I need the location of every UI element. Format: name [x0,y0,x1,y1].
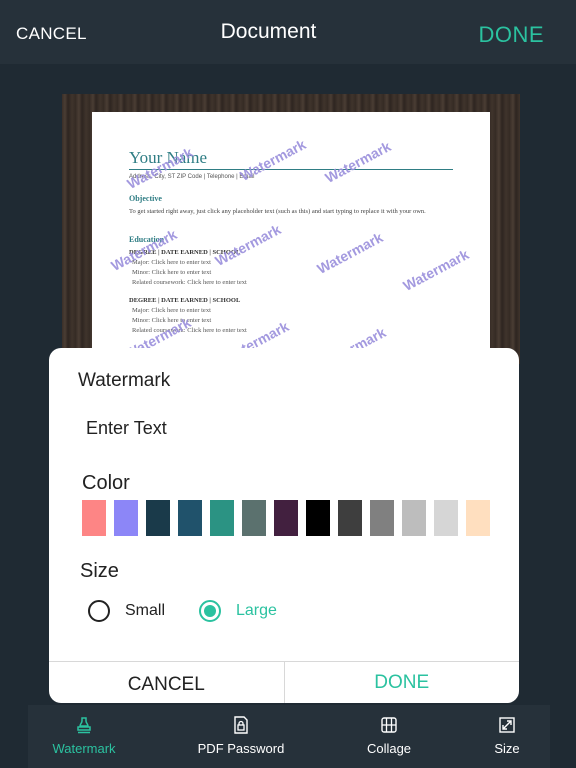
color-swatch[interactable] [402,500,426,536]
dialog-title: Watermark [78,370,171,391]
color-swatch[interactable] [274,500,298,536]
stamp-icon [77,717,91,734]
lock-document-icon [234,716,248,734]
color-swatch[interactable] [434,500,458,536]
page-title: Document [220,20,317,43]
collage-grid-icon [381,717,397,733]
tab-size[interactable]: Size [480,705,534,768]
watermark-text: Watermark [212,221,284,269]
color-swatch[interactable] [370,500,394,536]
doc-list-item: Minor: Click here to enter text [132,269,212,276]
top-bar: CANCEL Document DONE [0,0,576,64]
doc-degree: DEGREE | DATE EARNED | SCHOOL [129,297,241,304]
color-swatch[interactable] [178,500,202,536]
watermark-text: Watermark [322,138,394,186]
radio-unselected-icon[interactable] [88,600,110,622]
watermark-text: Watermark [314,229,386,277]
size-option-label: Large [236,602,277,619]
size-label: Size [80,560,119,582]
radio-selected-icon[interactable] [199,600,221,622]
doc-objective-heading: Objective [129,194,162,203]
tab-watermark[interactable]: Watermark [44,705,124,768]
tab-label: Size [494,741,520,756]
color-swatch[interactable] [210,500,234,536]
tab-pdf-password[interactable]: PDF Password [191,705,291,768]
bottom-tab-bar: Watermark PDF Password Collage Size [28,705,550,768]
watermark-text: Watermark [400,246,472,294]
document-preview: Your Name Address, City, ST ZIP Code | T… [92,112,490,364]
tab-label: Watermark [52,741,116,756]
color-swatch[interactable] [466,500,490,536]
doc-objective-text: To get started right away, just click an… [129,208,426,215]
color-swatch[interactable] [242,500,266,536]
doc-list-item: Related coursework: Click here to enter … [132,279,247,286]
watermark-text: Watermark [237,136,309,184]
color-swatch[interactable] [338,500,362,536]
dialog-cancel-button[interactable]: CANCEL [49,662,285,703]
size-option-small[interactable]: Small [88,600,165,622]
color-swatch[interactable] [114,500,138,536]
color-swatch[interactable] [146,500,170,536]
doc-list-item: Major: Click here to enter text [132,307,211,314]
resize-icon [499,717,515,733]
watermark-text-input[interactable] [86,418,466,439]
watermark-dialog: Watermark Color Size Small Large CANCEL … [49,348,519,703]
tab-collage[interactable]: Collage [353,705,425,768]
tab-label: PDF Password [197,741,285,756]
size-option-large[interactable]: Large [199,600,277,622]
doc-list-item: Major: Click here to enter text [132,259,211,266]
dialog-done-button[interactable]: DONE [285,662,520,703]
dialog-footer: CANCEL DONE [49,661,519,703]
doc-divider [129,169,453,170]
size-option-label: Small [125,602,166,619]
color-swatch[interactable] [306,500,330,536]
tab-label: Collage [366,741,412,756]
color-label: Color [82,472,130,494]
color-swatches [82,500,490,536]
color-swatch[interactable] [82,500,106,536]
header-done-button[interactable]: DONE [478,22,544,48]
